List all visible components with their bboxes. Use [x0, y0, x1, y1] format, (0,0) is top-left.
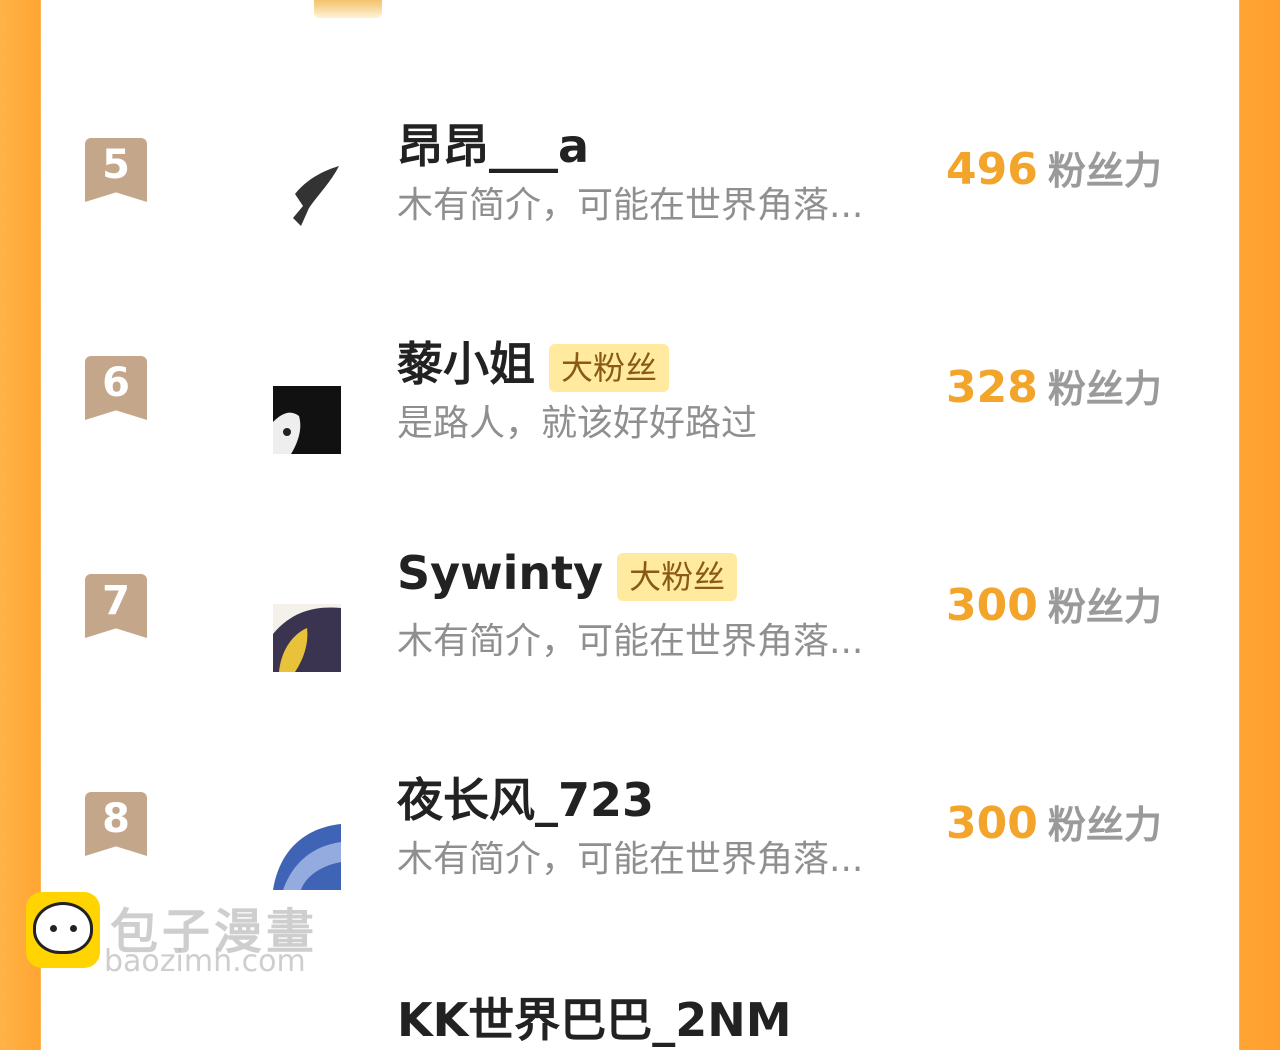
- rank-badge: 5: [85, 138, 147, 202]
- fan-power-value: 300: [946, 580, 1038, 631]
- fan-power-unit: 粉丝力: [1047, 803, 1162, 847]
- avatar[interactable]: [273, 604, 341, 672]
- fan-power-unit: 粉丝力: [1047, 585, 1162, 629]
- fan-power-value: 300: [946, 798, 1038, 849]
- user-desc: 木有简介，可能在世界角落...: [397, 839, 864, 880]
- avatar[interactable]: [273, 386, 341, 454]
- avatar[interactable]: [273, 822, 341, 890]
- fan-power-value: 496: [946, 144, 1038, 195]
- logo-face: [33, 902, 93, 954]
- fan-power: 496 粉丝力: [946, 140, 1162, 195]
- rank-badge: 8: [85, 792, 147, 856]
- user-name[interactable]: Sywinty 大粉丝: [397, 546, 738, 601]
- watermark-en: baozimh.com: [104, 944, 306, 979]
- logo-eye: [70, 925, 77, 932]
- next-user-name-partial[interactable]: KK世界巴巴_2NM: [397, 984, 792, 1050]
- list-item[interactable]: 5 昂昂___a 木有简介，可能在世界角落... 496 粉丝力: [41, 104, 1239, 322]
- user-desc: 木有简介，可能在世界角落...: [397, 185, 864, 226]
- user-desc: 是路人，就该好好路过: [397, 403, 758, 444]
- user-name[interactable]: 夜长风_723: [397, 764, 654, 830]
- avatar-icon: [273, 386, 341, 454]
- baozi-logo-icon: [26, 892, 100, 968]
- fan-power: 300 粉丝力: [946, 576, 1162, 631]
- fan-power-value: 328: [946, 362, 1038, 413]
- avatar-icon: [273, 162, 341, 230]
- avatar[interactable]: [273, 162, 341, 230]
- rank-badge: 6: [85, 356, 147, 420]
- rank-badge: 7: [85, 574, 147, 638]
- big-fan-badge: 大粉丝: [549, 343, 670, 392]
- user-name[interactable]: 藜小姐 大粉丝: [397, 328, 670, 394]
- fan-power-unit: 粉丝力: [1047, 149, 1162, 193]
- big-fan-badge: 大粉丝: [617, 552, 738, 601]
- avatar-icon: [273, 822, 341, 890]
- user-name[interactable]: 昂昂___a: [397, 110, 589, 176]
- user-desc: 木有简介，可能在世界角落...: [397, 621, 864, 662]
- fan-power: 300 粉丝力: [946, 794, 1162, 849]
- avatar-partial[interactable]: [314, 0, 382, 18]
- ranking-panel: 5 昂昂___a 木有简介，可能在世界角落... 496 粉丝力 6 藜小姐 大粉丝: [41, 0, 1239, 999]
- list-item[interactable]: 7 Sywinty 大粉丝 木有简介，可能在世界角落... 300 粉丝力: [41, 540, 1239, 758]
- fan-power-unit: 粉丝力: [1047, 367, 1162, 411]
- avatar-icon: [273, 604, 341, 672]
- logo-eye: [50, 925, 57, 932]
- list-item[interactable]: 6 藜小姐 大粉丝 是路人，就该好好路过 328 粉丝力: [41, 322, 1239, 540]
- fan-power: 328 粉丝力: [946, 358, 1162, 413]
